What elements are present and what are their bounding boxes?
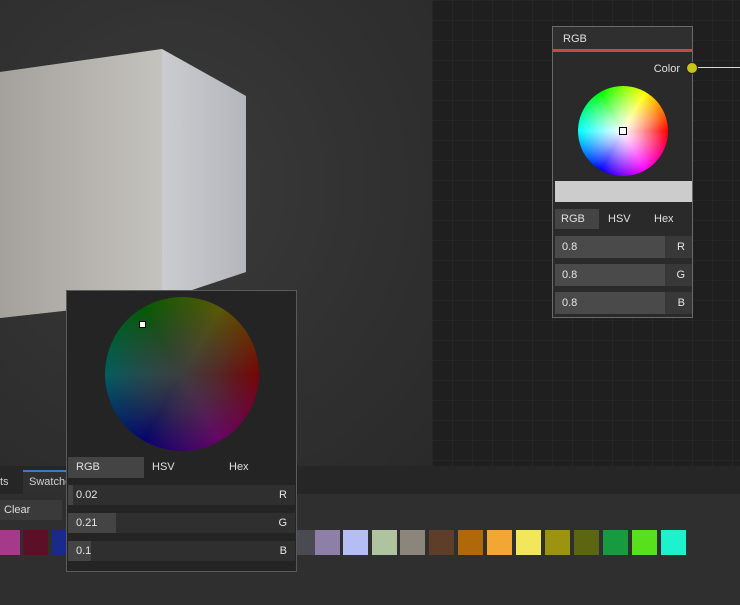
node-field-b-value: 0.8 bbox=[562, 297, 578, 309]
popup-field-r[interactable]: 0.02 R bbox=[68, 485, 295, 505]
node-wheel-cursor[interactable] bbox=[619, 127, 627, 135]
popup-field-g-value: 0.21 bbox=[76, 517, 98, 529]
node-field-b[interactable]: 0.8 B bbox=[555, 292, 692, 314]
color-swatch[interactable] bbox=[632, 530, 657, 555]
rgb-node[interactable]: RGB Color RGB HSV Hex 0.8 R 0.8 G 0.8 B bbox=[552, 26, 693, 318]
color-swatch[interactable] bbox=[429, 530, 454, 555]
node-field-r[interactable]: 0.8 R bbox=[555, 236, 692, 258]
node-field-g[interactable]: 0.8 G bbox=[555, 264, 692, 286]
node-tab-hsv[interactable]: HSV bbox=[608, 209, 631, 229]
tab-assets[interactable]: ts bbox=[0, 470, 22, 494]
popup-field-r-value: 0.02 bbox=[76, 489, 98, 501]
popup-color-wheel[interactable] bbox=[105, 297, 259, 451]
color-swatch[interactable] bbox=[372, 530, 397, 555]
popup-field-b[interactable]: 0.1 B bbox=[68, 541, 295, 561]
popup-field-g-label: G bbox=[278, 517, 287, 529]
color-swatch[interactable] bbox=[603, 530, 628, 555]
color-swatch[interactable] bbox=[0, 530, 20, 555]
rgb-node-title: RGB bbox=[563, 33, 587, 45]
node-tab-hex[interactable]: Hex bbox=[654, 209, 674, 229]
node-color-wheel[interactable] bbox=[578, 86, 668, 176]
color-output-label: Color bbox=[653, 63, 680, 75]
color-swatch[interactable] bbox=[661, 530, 686, 555]
node-field-r-value: 0.8 bbox=[562, 241, 578, 253]
color-swatch[interactable] bbox=[400, 530, 425, 555]
popup-tab-rgb[interactable]: RGB bbox=[68, 457, 144, 478]
node-field-b-label: B bbox=[677, 297, 685, 309]
color-swatch[interactable] bbox=[545, 530, 570, 555]
color-swatch[interactable] bbox=[487, 530, 512, 555]
popup-field-b-value: 0.1 bbox=[76, 545, 92, 557]
color-swatch[interactable] bbox=[23, 530, 48, 555]
popup-tab-hsv[interactable]: HSV bbox=[152, 457, 175, 478]
node-field-g-value: 0.8 bbox=[562, 269, 578, 281]
node-link-wire bbox=[697, 67, 740, 68]
color-swatch[interactable] bbox=[574, 530, 599, 555]
node-tab-rgb[interactable]: RGB bbox=[555, 209, 599, 229]
color-swatch[interactable] bbox=[343, 530, 368, 555]
color-swatch[interactable] bbox=[458, 530, 483, 555]
popup-field-b-label: B bbox=[279, 545, 287, 557]
popup-field-r-label: R bbox=[279, 489, 287, 501]
rgb-node-header[interactable]: RGB bbox=[553, 27, 692, 52]
color-swatch[interactable] bbox=[516, 530, 541, 555]
popup-tab-hex[interactable]: Hex bbox=[229, 457, 249, 478]
clear-button[interactable]: Clear bbox=[0, 500, 62, 520]
popup-wheel-cursor[interactable] bbox=[139, 321, 146, 328]
popup-field-r-fill bbox=[68, 485, 73, 505]
node-color-preview bbox=[555, 181, 692, 202]
color-swatch[interactable] bbox=[315, 530, 340, 555]
color-picker-popup[interactable]: RGB HSV Hex 0.02 R 0.21 G 0.1 B bbox=[66, 290, 297, 572]
popup-field-g[interactable]: 0.21 G bbox=[68, 513, 295, 533]
node-field-g-label: G bbox=[676, 269, 685, 281]
color-output-socket[interactable] bbox=[686, 62, 698, 74]
node-field-r-label: R bbox=[677, 241, 685, 253]
